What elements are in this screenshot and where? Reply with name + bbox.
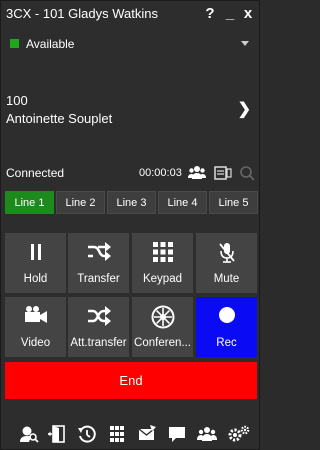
call-details-icon[interactable] bbox=[214, 165, 232, 181]
exit-icon[interactable] bbox=[47, 425, 67, 443]
presence-icon[interactable] bbox=[197, 425, 217, 443]
title-bar: 3CX - 101 Gladys Watkins ? _ x bbox=[1, 1, 259, 27]
contact-number: 100 bbox=[6, 93, 28, 108]
call-state: Connected bbox=[6, 166, 65, 180]
history-icon[interactable] bbox=[77, 425, 97, 443]
contacts-search-icon[interactable] bbox=[19, 425, 39, 443]
close-button[interactable]: x bbox=[239, 4, 257, 24]
minimize-button[interactable]: _ bbox=[221, 4, 239, 24]
mute-button[interactable]: Mute bbox=[196, 233, 257, 293]
att-transfer-button[interactable]: Att.transfer bbox=[68, 297, 129, 357]
line-3-button[interactable]: Line 3 bbox=[107, 191, 156, 214]
record-label: Rec bbox=[216, 337, 237, 349]
hold-button[interactable]: Hold bbox=[5, 233, 66, 293]
conference-button[interactable]: Conferen... bbox=[132, 297, 193, 357]
hold-label: Hold bbox=[23, 273, 48, 285]
transfer-icon bbox=[68, 241, 129, 267]
keypad-label: Keypad bbox=[142, 273, 182, 285]
line-2-button[interactable]: Line 2 bbox=[56, 191, 105, 214]
chevron-down-icon bbox=[241, 41, 249, 46]
keypad-icon bbox=[132, 241, 193, 267]
call-timer: 00:00:03 bbox=[139, 167, 182, 179]
call-status-row: Connected 00:00:03 bbox=[1, 163, 259, 185]
help-button[interactable]: ? bbox=[201, 4, 219, 24]
record-button[interactable]: Rec bbox=[196, 297, 257, 357]
conference-label: Conferen... bbox=[134, 337, 191, 349]
transfer-button[interactable]: Transfer bbox=[68, 233, 129, 293]
search-icon[interactable] bbox=[239, 165, 257, 181]
chat-icon[interactable] bbox=[167, 425, 187, 443]
attended-transfer-icon bbox=[68, 305, 129, 331]
dialpad-icon[interactable] bbox=[107, 425, 127, 443]
contact-name: Antoinette Souplet bbox=[6, 111, 113, 126]
pause-icon bbox=[5, 241, 66, 267]
video-camera-icon bbox=[5, 305, 66, 331]
line-4-button[interactable]: Line 4 bbox=[158, 191, 207, 214]
presence-status-dropdown[interactable]: Available bbox=[1, 30, 259, 58]
end-call-button[interactable]: End bbox=[5, 362, 257, 399]
bottom-toolbar bbox=[1, 421, 259, 447]
call-actions-grid: Hold Transfer Keypad Mute Video Att.tran… bbox=[5, 233, 257, 357]
video-label: Video bbox=[20, 337, 51, 349]
call-contact-panel[interactable]: 100 Antoinette Souplet ❯ bbox=[1, 87, 259, 133]
att-transfer-label: Att.transfer bbox=[70, 337, 127, 349]
chevron-right-icon[interactable]: ❯ bbox=[238, 99, 251, 119]
conference-icon bbox=[132, 305, 193, 331]
record-icon bbox=[196, 305, 257, 331]
voicemail-icon[interactable] bbox=[137, 425, 157, 443]
settings-icon[interactable] bbox=[227, 425, 250, 443]
status-label: Available bbox=[26, 37, 75, 51]
mute-label: Mute bbox=[213, 273, 240, 285]
phone-window: 3CX - 101 Gladys Watkins ? _ x Available… bbox=[0, 0, 260, 450]
line-selector: Line 1 Line 2 Line 3 Line 4 Line 5 bbox=[5, 191, 258, 214]
line-1-button[interactable]: Line 1 bbox=[5, 191, 54, 214]
window-title: 3CX - 101 Gladys Watkins bbox=[6, 6, 158, 21]
status-indicator-icon bbox=[10, 39, 19, 48]
transfer-label: Transfer bbox=[77, 273, 120, 285]
keypad-button[interactable]: Keypad bbox=[132, 233, 193, 293]
line-5-button[interactable]: Line 5 bbox=[209, 191, 258, 214]
participants-icon[interactable] bbox=[188, 165, 206, 181]
video-button[interactable]: Video bbox=[5, 297, 66, 357]
microphone-muted-icon bbox=[196, 241, 257, 267]
